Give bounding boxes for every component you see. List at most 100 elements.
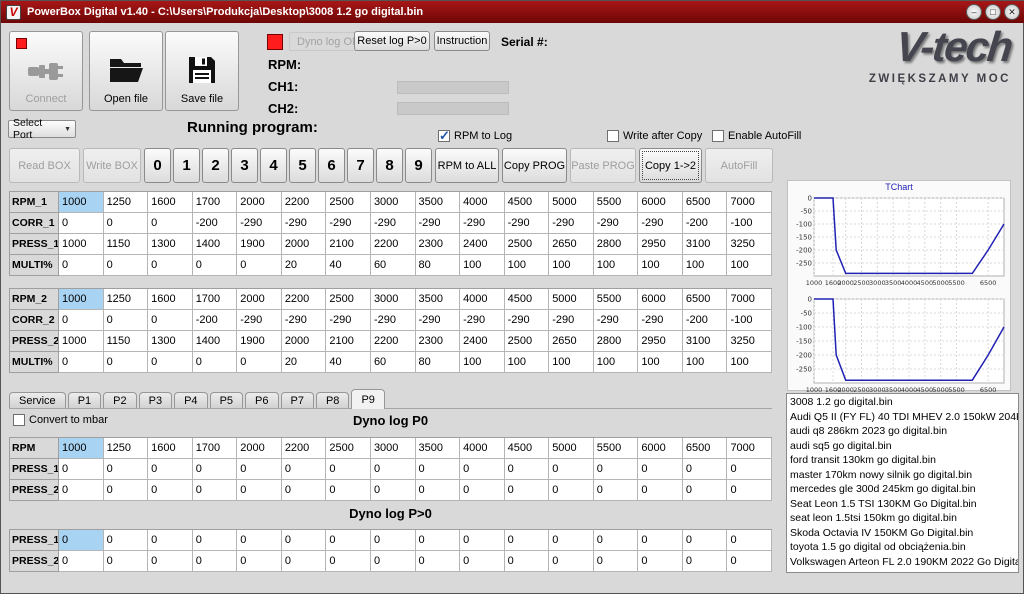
table-cell[interactable]: 0 bbox=[282, 459, 327, 480]
table-cell[interactable]: 2500 bbox=[326, 192, 371, 213]
table-cell[interactable]: 1300 bbox=[148, 234, 193, 255]
digit-button-8[interactable]: 8 bbox=[376, 148, 403, 183]
tab-service[interactable]: Service bbox=[9, 392, 66, 409]
table-cell[interactable]: 0 bbox=[59, 459, 104, 480]
table-cell[interactable]: 1000 bbox=[59, 331, 104, 352]
write-after-copy-checkbox[interactable]: Write after Copy bbox=[607, 130, 702, 142]
table-cell[interactable]: 0 bbox=[594, 480, 639, 501]
table-cell[interactable]: 2500 bbox=[326, 438, 371, 459]
table-cell[interactable]: 0 bbox=[683, 480, 728, 501]
table-cell[interactable]: 2500 bbox=[326, 289, 371, 310]
table-cell[interactable]: 100 bbox=[460, 255, 505, 276]
table-cell[interactable]: 100 bbox=[683, 255, 728, 276]
table-cell[interactable]: -290 bbox=[505, 213, 550, 234]
table-cell[interactable]: 2500 bbox=[505, 234, 550, 255]
file-list-item[interactable]: ford transit 130km go digital.bin bbox=[787, 453, 1018, 468]
table-cell[interactable]: 0 bbox=[683, 530, 728, 551]
table-cell[interactable]: -290 bbox=[416, 310, 461, 331]
file-list-item[interactable]: Volkswagen Arteon FL 2.0 190KM 2022 Go D… bbox=[787, 555, 1018, 570]
table-cell[interactable]: 3100 bbox=[683, 331, 728, 352]
table-cell[interactable]: 0 bbox=[237, 530, 282, 551]
digit-button-1[interactable]: 1 bbox=[173, 148, 200, 183]
table-cell[interactable]: -290 bbox=[638, 213, 683, 234]
close-icon[interactable]: ✕ bbox=[1004, 4, 1020, 20]
table-cell[interactable]: 100 bbox=[683, 352, 728, 373]
table-cell[interactable]: -290 bbox=[371, 213, 416, 234]
table-cell[interactable]: 6500 bbox=[683, 289, 728, 310]
table-cell[interactable]: 0 bbox=[237, 459, 282, 480]
table-cell[interactable]: 0 bbox=[638, 530, 683, 551]
table-cell[interactable]: 80 bbox=[416, 255, 461, 276]
table-cell[interactable]: 3000 bbox=[371, 192, 416, 213]
tab-p8[interactable]: P8 bbox=[316, 392, 349, 409]
file-list-item[interactable]: seat leon 1.5tsi 150km go digital.bin bbox=[787, 511, 1018, 526]
table-cell[interactable]: 1000 bbox=[59, 289, 104, 310]
table-cell[interactable]: 5500 bbox=[594, 289, 639, 310]
table-cell[interactable]: -290 bbox=[237, 213, 282, 234]
table-cell[interactable]: 40 bbox=[326, 255, 371, 276]
table-cell[interactable]: 2200 bbox=[282, 289, 327, 310]
table-cell[interactable]: 0 bbox=[104, 310, 149, 331]
read-box-button[interactable]: Read BOX bbox=[9, 148, 80, 183]
digit-button-6[interactable]: 6 bbox=[318, 148, 345, 183]
table-cell[interactable]: 1700 bbox=[193, 438, 238, 459]
table-cell[interactable]: 0 bbox=[237, 255, 282, 276]
table-cell[interactable]: -290 bbox=[460, 213, 505, 234]
table-cell[interactable]: 2650 bbox=[549, 234, 594, 255]
table-cell[interactable]: 2200 bbox=[371, 331, 416, 352]
table-cell[interactable]: 0 bbox=[549, 530, 594, 551]
table-cell[interactable]: 0 bbox=[104, 213, 149, 234]
table-cell[interactable]: 0 bbox=[104, 352, 149, 373]
minimize-icon[interactable]: – bbox=[966, 4, 982, 20]
table-cell[interactable]: 1300 bbox=[148, 331, 193, 352]
table-cell[interactable]: 0 bbox=[59, 352, 104, 373]
table-cell[interactable]: 2650 bbox=[549, 331, 594, 352]
table-cell[interactable]: 0 bbox=[326, 459, 371, 480]
table-cell[interactable]: 0 bbox=[282, 530, 327, 551]
table-cell[interactable]: 4500 bbox=[505, 192, 550, 213]
table-cell[interactable]: 0 bbox=[683, 551, 728, 572]
table-cell[interactable]: 0 bbox=[549, 459, 594, 480]
table-cell[interactable]: -290 bbox=[326, 310, 371, 331]
tab-p3[interactable]: P3 bbox=[139, 392, 172, 409]
table-cell[interactable]: 0 bbox=[727, 551, 772, 572]
table-cell[interactable]: 0 bbox=[416, 551, 461, 572]
connect-button[interactable]: Connect bbox=[9, 31, 83, 111]
table-cell[interactable]: 100 bbox=[505, 352, 550, 373]
table-cell[interactable]: 1600 bbox=[148, 438, 193, 459]
autofill-button[interactable]: AutoFill bbox=[705, 148, 773, 183]
table-cell[interactable]: -290 bbox=[237, 310, 282, 331]
table-cell[interactable]: -200 bbox=[683, 213, 728, 234]
table-cell[interactable]: 3000 bbox=[371, 438, 416, 459]
file-list-item[interactable]: master 170km nowy silnik go digital.bin bbox=[787, 468, 1018, 483]
table-cell[interactable]: 1400 bbox=[193, 234, 238, 255]
table-cell[interactable]: 5500 bbox=[594, 192, 639, 213]
table-cell[interactable]: 6000 bbox=[638, 438, 683, 459]
table-cell[interactable]: 0 bbox=[326, 530, 371, 551]
table-cell[interactable]: -290 bbox=[460, 310, 505, 331]
table-cell[interactable]: 0 bbox=[193, 459, 238, 480]
table-cell[interactable]: 5000 bbox=[549, 438, 594, 459]
table-cell[interactable]: 1600 bbox=[148, 192, 193, 213]
table-cell[interactable]: 0 bbox=[416, 480, 461, 501]
table-cell[interactable]: 0 bbox=[104, 551, 149, 572]
table-cell[interactable]: 0 bbox=[237, 551, 282, 572]
table-cell[interactable]: 80 bbox=[416, 352, 461, 373]
table-cell[interactable]: -290 bbox=[282, 213, 327, 234]
digit-button-0[interactable]: 0 bbox=[144, 148, 171, 183]
table-cell[interactable]: 0 bbox=[727, 530, 772, 551]
table-cell[interactable]: 0 bbox=[282, 551, 327, 572]
table-cell[interactable]: 0 bbox=[460, 459, 505, 480]
table-cell[interactable]: 0 bbox=[104, 459, 149, 480]
table-cell[interactable]: 1250 bbox=[104, 289, 149, 310]
write-box-button[interactable]: Write BOX bbox=[83, 148, 141, 183]
table-cell[interactable]: 6500 bbox=[683, 438, 728, 459]
table-cell[interactable]: 0 bbox=[460, 530, 505, 551]
table-cell[interactable]: 5500 bbox=[594, 438, 639, 459]
table-cell[interactable]: 2000 bbox=[237, 289, 282, 310]
digit-button-9[interactable]: 9 bbox=[405, 148, 432, 183]
table-cell[interactable]: 3000 bbox=[371, 289, 416, 310]
tab-p4[interactable]: P4 bbox=[174, 392, 207, 409]
table-cell[interactable]: -290 bbox=[594, 310, 639, 331]
table-cell[interactable]: 0 bbox=[148, 480, 193, 501]
